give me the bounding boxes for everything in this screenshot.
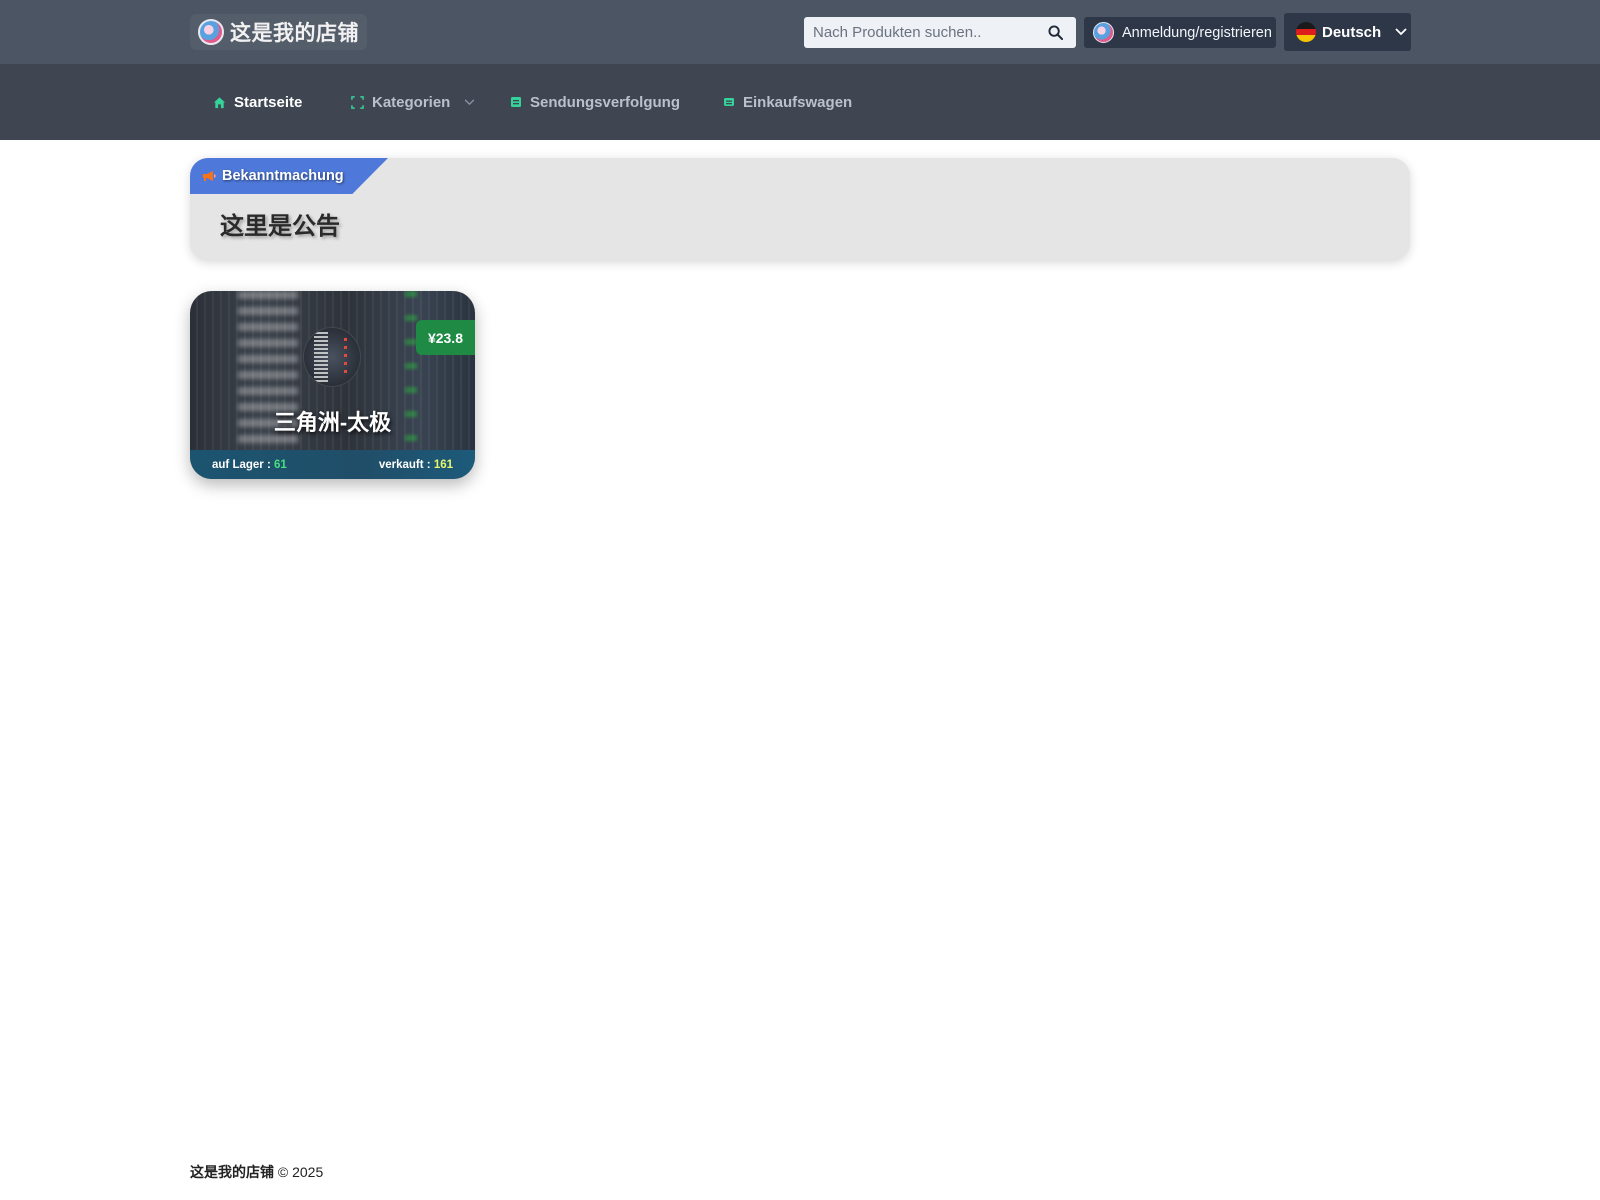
megaphone-icon [203, 171, 216, 181]
sold-label: verkauft : [378, 458, 431, 471]
stock-label: auf Lager : [212, 458, 271, 471]
product-card[interactable]: ¥23.8 三角洲-太极 auf Lager : 61 verkauft : 1… [190, 291, 475, 479]
stock-info: auf Lager : 61 [212, 459, 287, 471]
search-box [804, 17, 1076, 48]
stock-value: 61 [274, 458, 287, 471]
home-icon [213, 96, 226, 108]
nav-item-home[interactable]: Startseite [213, 64, 302, 140]
product-name: 三角洲-太极 [273, 410, 392, 435]
announcement-tag-label: Bekanntmachung [222, 168, 344, 184]
brand-logo-link[interactable]: 这是我的店铺 [190, 14, 367, 50]
list-icon [511, 97, 521, 107]
chevron-down-icon [465, 98, 475, 105]
search-button[interactable] [1040, 17, 1070, 48]
main-nav: Startseite Kategorien Sendungsverfolgung… [0, 64, 1600, 140]
language-label: Deutsch [1322, 23, 1382, 41]
nav-item-label: Startseite [234, 93, 303, 111]
nav-item-label: Sendungsverfolgung [530, 93, 680, 111]
product-stats: auf Lager : 61 verkauft : 161 [190, 450, 475, 479]
sold-value: 161 [433, 458, 453, 471]
sold-info: verkauft : 161 [379, 459, 453, 471]
login-register-button[interactable]: Anmeldung/registrieren [1084, 17, 1276, 48]
footer-brand: 这是我的店铺 [190, 1164, 274, 1180]
announcement-tag: Bekanntmachung [190, 158, 388, 194]
announcement-text: 这里是公告 [220, 213, 340, 240]
chevron-down-icon [1395, 28, 1407, 36]
page-footer: 这是我的店铺 © 2025 [190, 1162, 323, 1182]
nav-item-categories[interactable]: Kategorien [351, 64, 475, 140]
nav-item-cart[interactable]: Einkaufswagen [723, 64, 852, 140]
grid-icon [351, 95, 364, 109]
cart-icon [724, 98, 734, 106]
nav-item-label: Kategorien [372, 93, 451, 111]
user-avatar-icon [1093, 22, 1114, 43]
price-badge: ¥23.8 [415, 320, 475, 355]
top-header: 这是我的店铺 Anmeldung/registrieren Deutsch [0, 0, 1600, 64]
germany-flag-icon [1296, 22, 1316, 42]
footer-copyright: © 2025 [277, 1164, 324, 1180]
brand-avatar-icon [198, 19, 224, 45]
announcement-panel: Bekanntmachung 这里是公告 [190, 158, 1410, 261]
brand-name: 这是我的店铺 [230, 22, 359, 45]
nav-item-tracking[interactable]: Sendungsverfolgung [510, 64, 680, 140]
language-select[interactable]: Deutsch [1284, 13, 1411, 51]
search-icon [1047, 25, 1063, 40]
login-register-label: Anmeldung/registrieren [1122, 24, 1272, 41]
search-input[interactable] [804, 17, 1040, 48]
nav-item-label: Einkaufswagen [743, 93, 853, 111]
product-thumbnail [303, 327, 361, 387]
